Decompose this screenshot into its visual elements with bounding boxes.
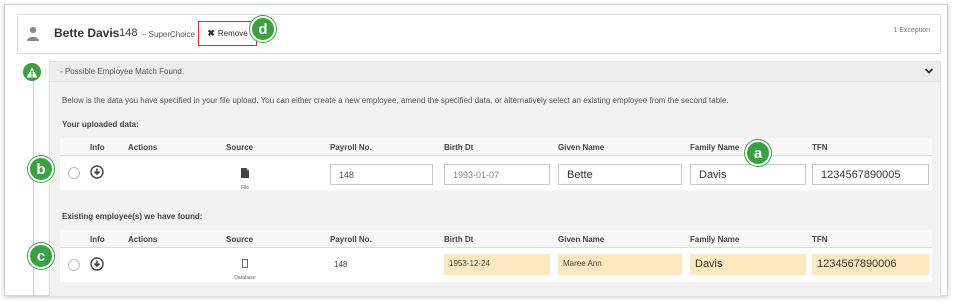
col-tfn: TFN [812, 143, 828, 152]
file-icon [241, 168, 249, 178]
callout-d: d [250, 16, 276, 42]
person-icon [27, 26, 39, 41]
col-birth: Birth Dt [444, 235, 474, 244]
existing-payroll: 148 [334, 260, 348, 269]
col-info: Info [90, 143, 105, 152]
callout-b: b [28, 156, 54, 182]
existing-family-name: Davis [690, 254, 806, 275]
existing-radio[interactable] [68, 259, 80, 271]
exception-count: 1 Exception [893, 27, 930, 34]
employee-fund: – SuperChoice [142, 30, 195, 39]
existing-given-name: Maree Ann [558, 254, 682, 275]
uploaded-data-heading: Your uploaded data: [62, 120, 139, 129]
col-info: Info [90, 235, 105, 244]
exception-card: Bette Davis – 148 – SuperChoice ✖ Remove… [4, 4, 948, 297]
col-payroll: Payroll No. [330, 143, 372, 152]
download-circle-icon[interactable] [90, 257, 104, 271]
col-actions: Actions [128, 235, 158, 244]
col-source: Source [226, 143, 254, 152]
existing-tfn: 1234567890006 [812, 254, 929, 275]
close-icon: ✖ [207, 28, 215, 38]
col-birth: Birth Dt [444, 143, 474, 152]
uploaded-source: File [225, 165, 265, 191]
col-given: Given Name [558, 235, 605, 244]
remove-button[interactable]: ✖ Remove [198, 21, 257, 46]
col-payroll: Payroll No. [330, 235, 372, 244]
warning-icon [23, 63, 41, 81]
remove-button-label: Remove [217, 29, 248, 38]
tfn-input[interactable] [812, 164, 929, 185]
family-name-input[interactable] [690, 164, 806, 185]
col-family: Family Name [690, 235, 740, 244]
uploaded-table-header: Info Actions Source Payroll No. Birth Dt… [60, 138, 932, 156]
match-title: - Possible Employee Match Found. [60, 67, 185, 76]
download-circle-icon[interactable] [90, 165, 104, 179]
birth-date-input[interactable] [444, 164, 550, 185]
employee-header: Bette Davis – 148 – SuperChoice ✖ Remove… [17, 14, 941, 54]
col-actions: Actions [128, 143, 158, 152]
employee-payroll-number: – 148 [110, 27, 138, 39]
match-header[interactable]: - Possible Employee Match Found. [50, 62, 940, 82]
callout-a: a [745, 140, 771, 166]
match-intro: Below is the data you have specified in … [62, 96, 729, 105]
existing-row: Database 148 1953-12-24 Maree Ann Davis … [60, 248, 932, 282]
existing-source-label: Database [234, 275, 256, 281]
match-panel: - Possible Employee Match Found. Below i… [49, 61, 941, 297]
chevron-down-icon[interactable] [924, 66, 934, 76]
existing-table-header: Info Actions Source Payroll No. Birth Dt… [60, 230, 932, 248]
existing-birth-date: 1953-12-24 [444, 254, 550, 275]
col-family: Family Name [690, 143, 740, 152]
payroll-input[interactable] [330, 164, 433, 185]
col-given: Given Name [558, 143, 605, 152]
col-source: Source [226, 235, 254, 244]
callout-c: c [28, 243, 54, 269]
col-tfn: TFN [812, 235, 828, 244]
existing-employees-heading: Existing employee(s) we have found: [62, 212, 203, 221]
uploaded-row: File [60, 156, 932, 191]
existing-source: Database [225, 255, 265, 281]
given-name-input[interactable] [558, 164, 682, 185]
database-icon [242, 259, 248, 268]
uploaded-source-label: File [240, 185, 250, 191]
uploaded-radio[interactable] [68, 167, 80, 179]
